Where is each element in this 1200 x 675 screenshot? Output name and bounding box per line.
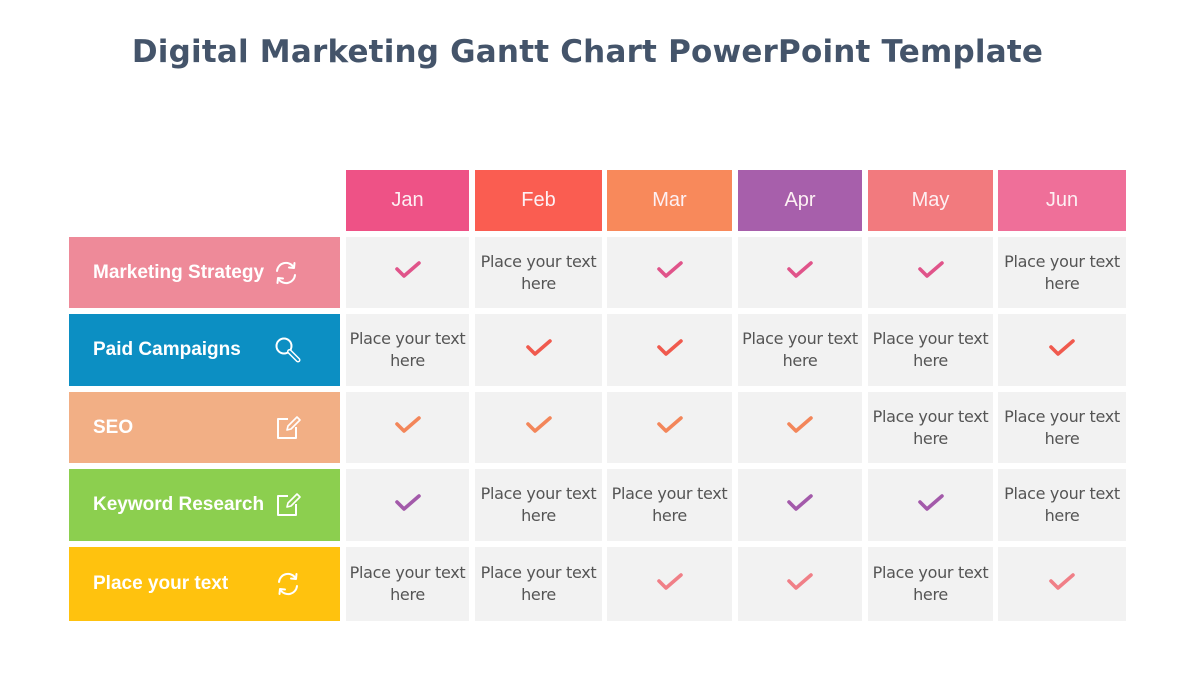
check-icon xyxy=(787,572,813,597)
gantt-cell-place-your-text-apr xyxy=(738,547,862,621)
check-icon xyxy=(525,415,552,440)
check-icon xyxy=(525,338,552,363)
gantt-cell-place-your-text-jun xyxy=(998,547,1126,621)
check-icon xyxy=(656,260,683,285)
gantt-cell-paid-campaigns-jun xyxy=(998,314,1126,386)
gantt-cell-seo-feb xyxy=(475,392,602,463)
refresh-icon xyxy=(274,570,302,598)
check-icon xyxy=(656,338,683,363)
gantt-cell-seo-mar xyxy=(607,392,732,463)
gantt-cell-keyword-research-mar: Place your text here xyxy=(607,469,732,541)
gantt-cell-place-your-text-feb: Place your text here xyxy=(475,547,602,621)
gantt-cell-place-your-text-jan: Place your text here xyxy=(346,547,469,621)
task-label-place-your-text: Place your text xyxy=(69,547,340,621)
cell-placeholder-text: Place your text here xyxy=(480,251,597,293)
month-header-apr: Apr xyxy=(738,170,862,231)
cell-placeholder-text: Place your text here xyxy=(1004,484,1120,525)
task-label-keyword-research: Keyword Research xyxy=(69,469,340,541)
gantt-cell-paid-campaigns-feb xyxy=(475,314,602,386)
gantt-cell-marketing-strategy-apr xyxy=(738,237,862,308)
check-icon xyxy=(656,415,683,440)
gantt-cell-keyword-research-may xyxy=(868,469,993,541)
gantt-cell-keyword-research-jun: Place your text here xyxy=(998,469,1126,541)
cell-placeholder-text: Place your text here xyxy=(349,329,466,370)
gantt-cell-paid-campaigns-apr: Place your text here xyxy=(738,314,862,386)
check-icon xyxy=(1049,572,1075,597)
check-icon xyxy=(917,260,944,285)
task-name: Keyword Research xyxy=(93,494,265,515)
gantt-cell-seo-apr xyxy=(738,392,862,463)
gantt-cell-seo-jan xyxy=(346,392,469,463)
search-icon xyxy=(274,336,302,364)
cell-placeholder-text: Place your text here xyxy=(480,484,597,525)
check-icon xyxy=(787,260,813,285)
task-name: Paid Campaigns xyxy=(93,339,241,360)
cell-placeholder-text: Place your text here xyxy=(1004,251,1120,293)
check-icon xyxy=(394,260,421,285)
task-name: SEO xyxy=(93,416,134,438)
gantt-cell-paid-campaigns-may: Place your text here xyxy=(868,314,993,386)
page-title: Digital Marketing Gantt Chart PowerPoint… xyxy=(131,34,1044,70)
cell-placeholder-text: Place your text here xyxy=(1004,406,1120,448)
cell-placeholder-text: Place your text here xyxy=(872,406,989,448)
check-icon xyxy=(787,493,813,518)
gantt-cell-keyword-research-jan xyxy=(346,469,469,541)
check-icon xyxy=(394,493,421,518)
check-icon xyxy=(917,493,944,518)
edit-icon xyxy=(274,491,302,519)
gantt-cell-place-your-text-may: Place your text here xyxy=(868,547,993,621)
cell-placeholder-text: Place your text here xyxy=(872,329,989,370)
check-icon xyxy=(394,415,421,440)
check-icon xyxy=(656,572,683,597)
task-name: Marketing Strategy xyxy=(93,261,265,283)
task-label-marketing-strategy: Marketing Strategy xyxy=(69,237,340,308)
gantt-cell-seo-may: Place your text here xyxy=(868,392,993,463)
check-icon xyxy=(787,415,813,440)
gantt-cell-marketing-strategy-feb: Place your text here xyxy=(475,237,602,308)
gantt-cell-paid-campaigns-mar xyxy=(607,314,732,386)
cell-placeholder-text: Place your text here xyxy=(480,563,597,604)
month-header-jan: Jan xyxy=(346,170,469,231)
month-header-feb: Feb xyxy=(475,170,602,231)
cell-placeholder-text: Place your text here xyxy=(872,563,989,604)
gantt-cell-seo-jun: Place your text here xyxy=(998,392,1126,463)
check-icon xyxy=(1049,338,1075,363)
gantt-cell-place-your-text-mar xyxy=(607,547,732,621)
task-name: Place your text xyxy=(93,573,229,594)
task-label-seo: SEO xyxy=(69,392,340,463)
gantt-cell-marketing-strategy-jun: Place your text here xyxy=(998,237,1126,308)
gantt-cell-paid-campaigns-jan: Place your text here xyxy=(346,314,469,386)
refresh-icon xyxy=(272,259,300,287)
month-header-jun: Jun xyxy=(998,170,1126,231)
cell-placeholder-text: Place your text here xyxy=(349,563,466,604)
month-header-mar: Mar xyxy=(607,170,732,231)
cell-placeholder-text: Place your text here xyxy=(611,484,728,525)
gantt-cell-keyword-research-apr xyxy=(738,469,862,541)
cell-placeholder-text: Place your text here xyxy=(742,329,858,370)
gantt-cell-marketing-strategy-mar xyxy=(607,237,732,308)
gantt-cell-keyword-research-feb: Place your text here xyxy=(475,469,602,541)
gantt-cell-marketing-strategy-jan xyxy=(346,237,469,308)
gantt-cell-marketing-strategy-may xyxy=(868,237,993,308)
task-label-paid-campaigns: Paid Campaigns xyxy=(69,314,340,386)
month-header-may: May xyxy=(868,170,993,231)
edit-icon xyxy=(274,414,302,442)
